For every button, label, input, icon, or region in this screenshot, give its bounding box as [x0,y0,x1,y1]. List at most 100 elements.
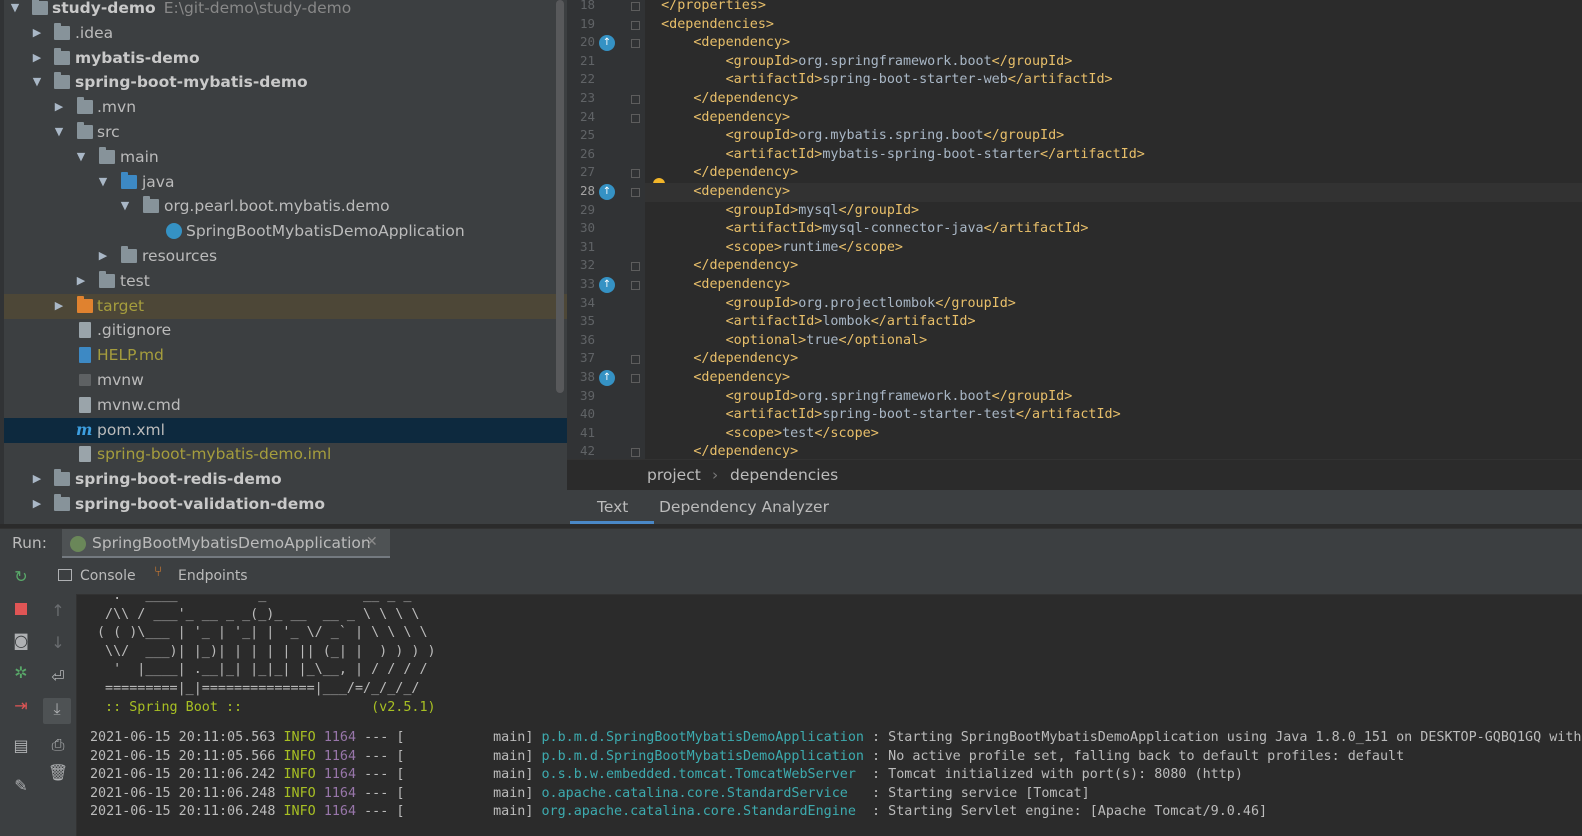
code-line[interactable]: <dependency> [645,34,1582,53]
debug-icon[interactable]: ✲ [10,662,32,684]
tree-item[interactable]: spring-boot-mybatis-demo.iml [4,442,567,467]
fold-marker-icon[interactable] [631,281,640,290]
fold-marker-icon[interactable] [631,113,640,123]
chevron-down-icon[interactable]: ▼ [8,0,22,21]
tree-item[interactable]: ▶ resources [4,244,567,269]
code-line[interactable]: <dependency> [645,183,1582,202]
code-line[interactable]: <groupId>org.mybatis.spring.boot</groupI… [645,127,1582,146]
run-gutter-icon[interactable]: ↑ [599,35,615,52]
fold-marker-icon[interactable] [631,188,640,197]
fold-marker-icon[interactable] [631,374,640,383]
run-gutter-icon[interactable]: ↑ [599,277,615,293]
tree-item[interactable]: ▶ test [4,269,567,294]
breadcrumb-item[interactable]: project [647,466,701,484]
tree-item[interactable]: mvnw [4,368,567,393]
exit-icon[interactable]: ⇥ [10,695,32,717]
chevron-right-icon[interactable]: ▶ [74,269,88,294]
code-line[interactable]: <dependency> [645,276,1582,295]
chevron-down-icon[interactable]: ▼ [52,120,66,145]
fold-marker-icon[interactable] [631,448,640,458]
code-line[interactable]: <groupId>org.springframework.boot</group… [645,53,1582,72]
tree-item[interactable]: ▶ spring-boot-validation-demo [4,492,567,517]
fold-marker-icon[interactable] [631,262,640,272]
code-line[interactable]: </dependency> [645,350,1582,369]
run-gutter-icon[interactable]: ↑ [599,184,615,200]
code-line[interactable]: <artifactId>mysql-connector-java</artifa… [645,220,1582,239]
chevron-right-icon[interactable]: ▶ [52,95,66,120]
fold-marker-icon[interactable] [631,39,640,49]
tree-root[interactable]: ▼ study-demo E:\git-demo\study-demo [4,0,567,21]
trash-icon[interactable]: 🗑 [47,762,69,784]
chevron-right-icon[interactable]: ▶ [30,21,44,46]
tree-item[interactable]: m pom.xml [4,418,567,443]
code-line[interactable]: </dependency> [645,443,1582,459]
code-line[interactable]: <groupId>org.springframework.boot</group… [645,388,1582,407]
chevron-down-icon[interactable]: ▼ [74,145,88,170]
chevron-down-icon[interactable]: ▼ [118,194,132,219]
tree-item[interactable]: ▼ spring-boot-mybatis-demo [4,70,567,95]
code-line[interactable]: <optional>true</optional> [645,332,1582,351]
tree-item[interactable]: ▼ src [4,120,567,145]
tree-item[interactable]: ▼ org.pearl.boot.mybatis.demo [4,194,567,219]
tab-console[interactable]: Console [80,568,136,584]
tree-item[interactable]: HELP.md [4,343,567,368]
camera-icon[interactable]: ◙ [10,630,32,652]
tree-scrollbar[interactable] [556,0,564,393]
xml-editor[interactable]: 18 19 20 ↑ 21 22 23 24 25 26 27 28 ↑ 29 30 31 32 33 ↑ 34 35 3… [567,0,1582,459]
run-config-tab[interactable]: SpringBootMybatisDemoApplication ✕ [62,529,390,559]
chevron-down-icon[interactable]: ▼ [30,70,44,95]
chevron-right-icon[interactable]: ▶ [30,492,44,517]
code-line[interactable]: <scope>runtime</scope> [645,239,1582,258]
code-line[interactable]: </dependency> [645,164,1582,183]
fold-marker-icon[interactable] [631,95,640,104]
chevron-right-icon[interactable]: ▶ [96,244,110,269]
code-line[interactable]: <dependencies> [645,16,1582,35]
pin-icon[interactable]: ✎ [10,775,32,797]
layout-icon[interactable]: ▤ [10,735,32,757]
close-icon[interactable]: ✕ [366,534,378,550]
code-line[interactable]: <groupId>org.projectlombok</groupId> [645,295,1582,314]
tree-item[interactable]: ▶ mybatis-demo [4,46,567,71]
chevron-right-icon[interactable]: ▶ [52,294,66,319]
code-line[interactable]: </properties> [645,0,1582,16]
tree-item[interactable]: ▼ java [4,170,567,195]
fold-marker-icon[interactable] [631,20,640,30]
code-line[interactable]: <dependency> [645,369,1582,388]
code-line[interactable]: <scope>test</scope> [645,425,1582,444]
tree-item[interactable]: ▶ .mvn [4,95,567,120]
chevron-right-icon[interactable]: ▶ [30,46,44,71]
console-output[interactable]: . ____ _ __ _ _ /\\ / ___'_ __ _ _(_)_ _… [77,595,1582,836]
code-line[interactable]: </dependency> [645,257,1582,276]
arrow-up-icon[interactable]: ↑ [47,600,69,622]
print-icon[interactable]: ⎙ [47,734,69,756]
code-line[interactable]: </dependency> [645,90,1582,109]
tree-item[interactable]: .gitignore [4,318,567,343]
run-gutter-icon[interactable]: ↑ [599,370,615,386]
stop-icon[interactable] [10,598,32,620]
tree-item[interactable]: ▶ spring-boot-redis-demo [4,467,567,492]
chevron-right-icon[interactable]: ▶ [30,467,44,492]
tab-endpoints[interactable]: Endpoints [178,568,248,584]
fold-marker-icon[interactable] [631,355,640,365]
arrow-down-icon[interactable]: ↓ [47,632,69,654]
tree-item[interactable]: ▶ .idea [4,21,567,46]
code-line[interactable]: <groupId>mysql</groupId> [645,202,1582,221]
breadcrumb-item[interactable]: dependencies [730,466,838,484]
code-line[interactable]: <dependency> [645,109,1582,128]
soft-wrap-icon[interactable]: ⏎ [47,666,69,688]
scroll-to-end-icon[interactable]: ⤓ [43,698,71,724]
rerun-icon[interactable]: ↻ [10,566,32,588]
tree-item[interactable]: mvnw.cmd [4,393,567,418]
tree-item[interactable]: ▶ target [4,294,567,319]
fold-marker-icon[interactable] [631,169,640,179]
fold-marker-icon[interactable] [631,2,640,11]
tree-item[interactable]: SpringBootMybatisDemoApplication [4,219,567,244]
chevron-down-icon[interactable]: ▼ [96,170,110,195]
tab-dependency-analyzer[interactable]: Dependency Analyzer [659,498,829,516]
code-line[interactable]: <artifactId>mybatis-spring-boot-starter<… [645,146,1582,165]
code-line[interactable]: <artifactId>spring-boot-starter-web</art… [645,71,1582,90]
code-line[interactable]: <artifactId>spring-boot-starter-test</ar… [645,406,1582,425]
code-line[interactable]: <artifactId>lombok</artifactId> [645,313,1582,332]
tree-item[interactable]: ▼ main [4,145,567,170]
tab-text[interactable]: Text [597,498,628,516]
